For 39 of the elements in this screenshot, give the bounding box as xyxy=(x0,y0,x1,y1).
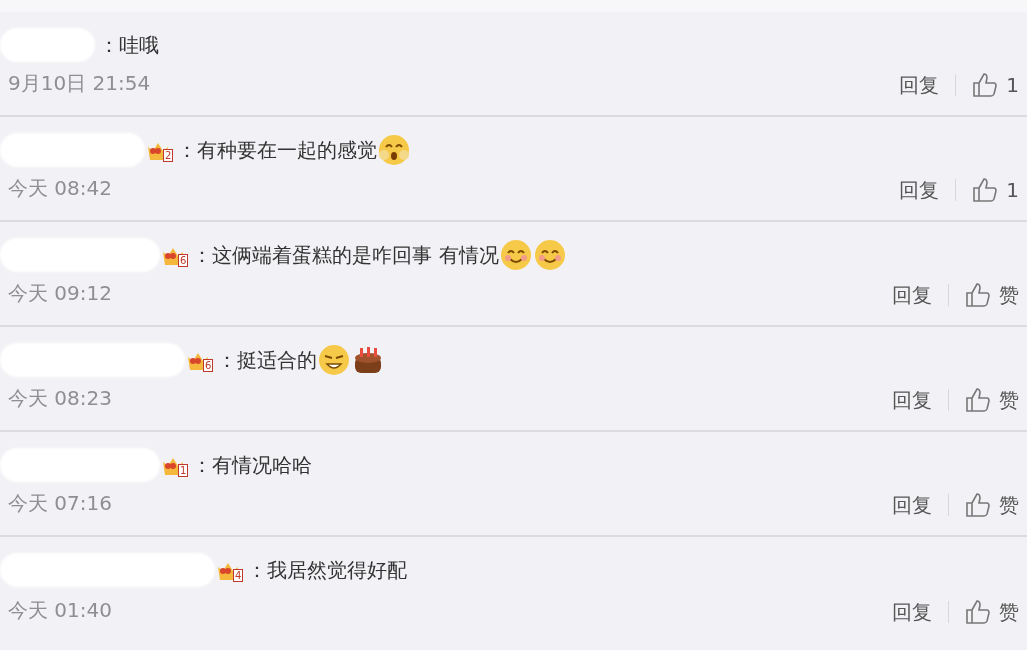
thumbs-up-icon[interactable] xyxy=(965,387,991,413)
level-number: 6 xyxy=(203,358,214,372)
like-count: 赞 xyxy=(999,599,1019,626)
timestamp: 今天 08:42 xyxy=(8,175,112,202)
comment-text: ：我居然觉得好配 xyxy=(247,557,408,584)
smiling-face-icon xyxy=(498,238,533,272)
comment-text: ：有种要在一起的感觉 xyxy=(177,137,378,164)
like-count: 赞 xyxy=(999,282,1019,309)
thumbs-up-icon[interactable] xyxy=(965,282,991,308)
thumbs-up-icon[interactable] xyxy=(965,599,991,625)
thumbs-up-icon[interactable] xyxy=(972,177,999,203)
reply-link[interactable]: 回复 xyxy=(892,280,932,310)
level-number: 6 xyxy=(178,253,189,267)
comment-text: ：有情况哈哈 xyxy=(192,452,313,479)
like-count: 1 xyxy=(1006,177,1019,204)
grinning-face-icon xyxy=(317,343,352,377)
reply-link[interactable]: 回复 xyxy=(892,597,932,627)
reply-link[interactable]: 回复 xyxy=(899,175,940,205)
timestamp: 今天 08:23 xyxy=(8,385,112,412)
comment-text: ：这俩端着蛋糕的是咋回事 有情况 xyxy=(192,242,499,269)
timestamp: 今天 09:12 xyxy=(8,280,112,307)
reply-link[interactable]: 回复 xyxy=(892,385,932,415)
thumbs-up-icon[interactable] xyxy=(972,72,999,98)
blushing-face-icon xyxy=(377,133,412,167)
timestamp: 9月10日 21:54 xyxy=(8,70,151,97)
comment-text: ：哇哦 xyxy=(99,32,159,59)
timestamp: 今天 01:40 xyxy=(8,597,112,624)
smiling-face-icon xyxy=(532,238,567,272)
like-count: 赞 xyxy=(999,492,1019,519)
reply-link[interactable]: 回复 xyxy=(899,70,940,100)
timestamp: 今天 07:16 xyxy=(8,490,112,517)
comment-text: ：挺适合的 xyxy=(217,347,318,374)
like-count: 1 xyxy=(1006,72,1019,99)
level-number: 2 xyxy=(163,148,174,162)
level-number: 1 xyxy=(178,463,189,477)
reply-link[interactable]: 回复 xyxy=(892,490,932,520)
like-count: 赞 xyxy=(999,387,1019,414)
thumbs-up-icon[interactable] xyxy=(965,492,991,518)
level-number: 4 xyxy=(233,568,244,582)
